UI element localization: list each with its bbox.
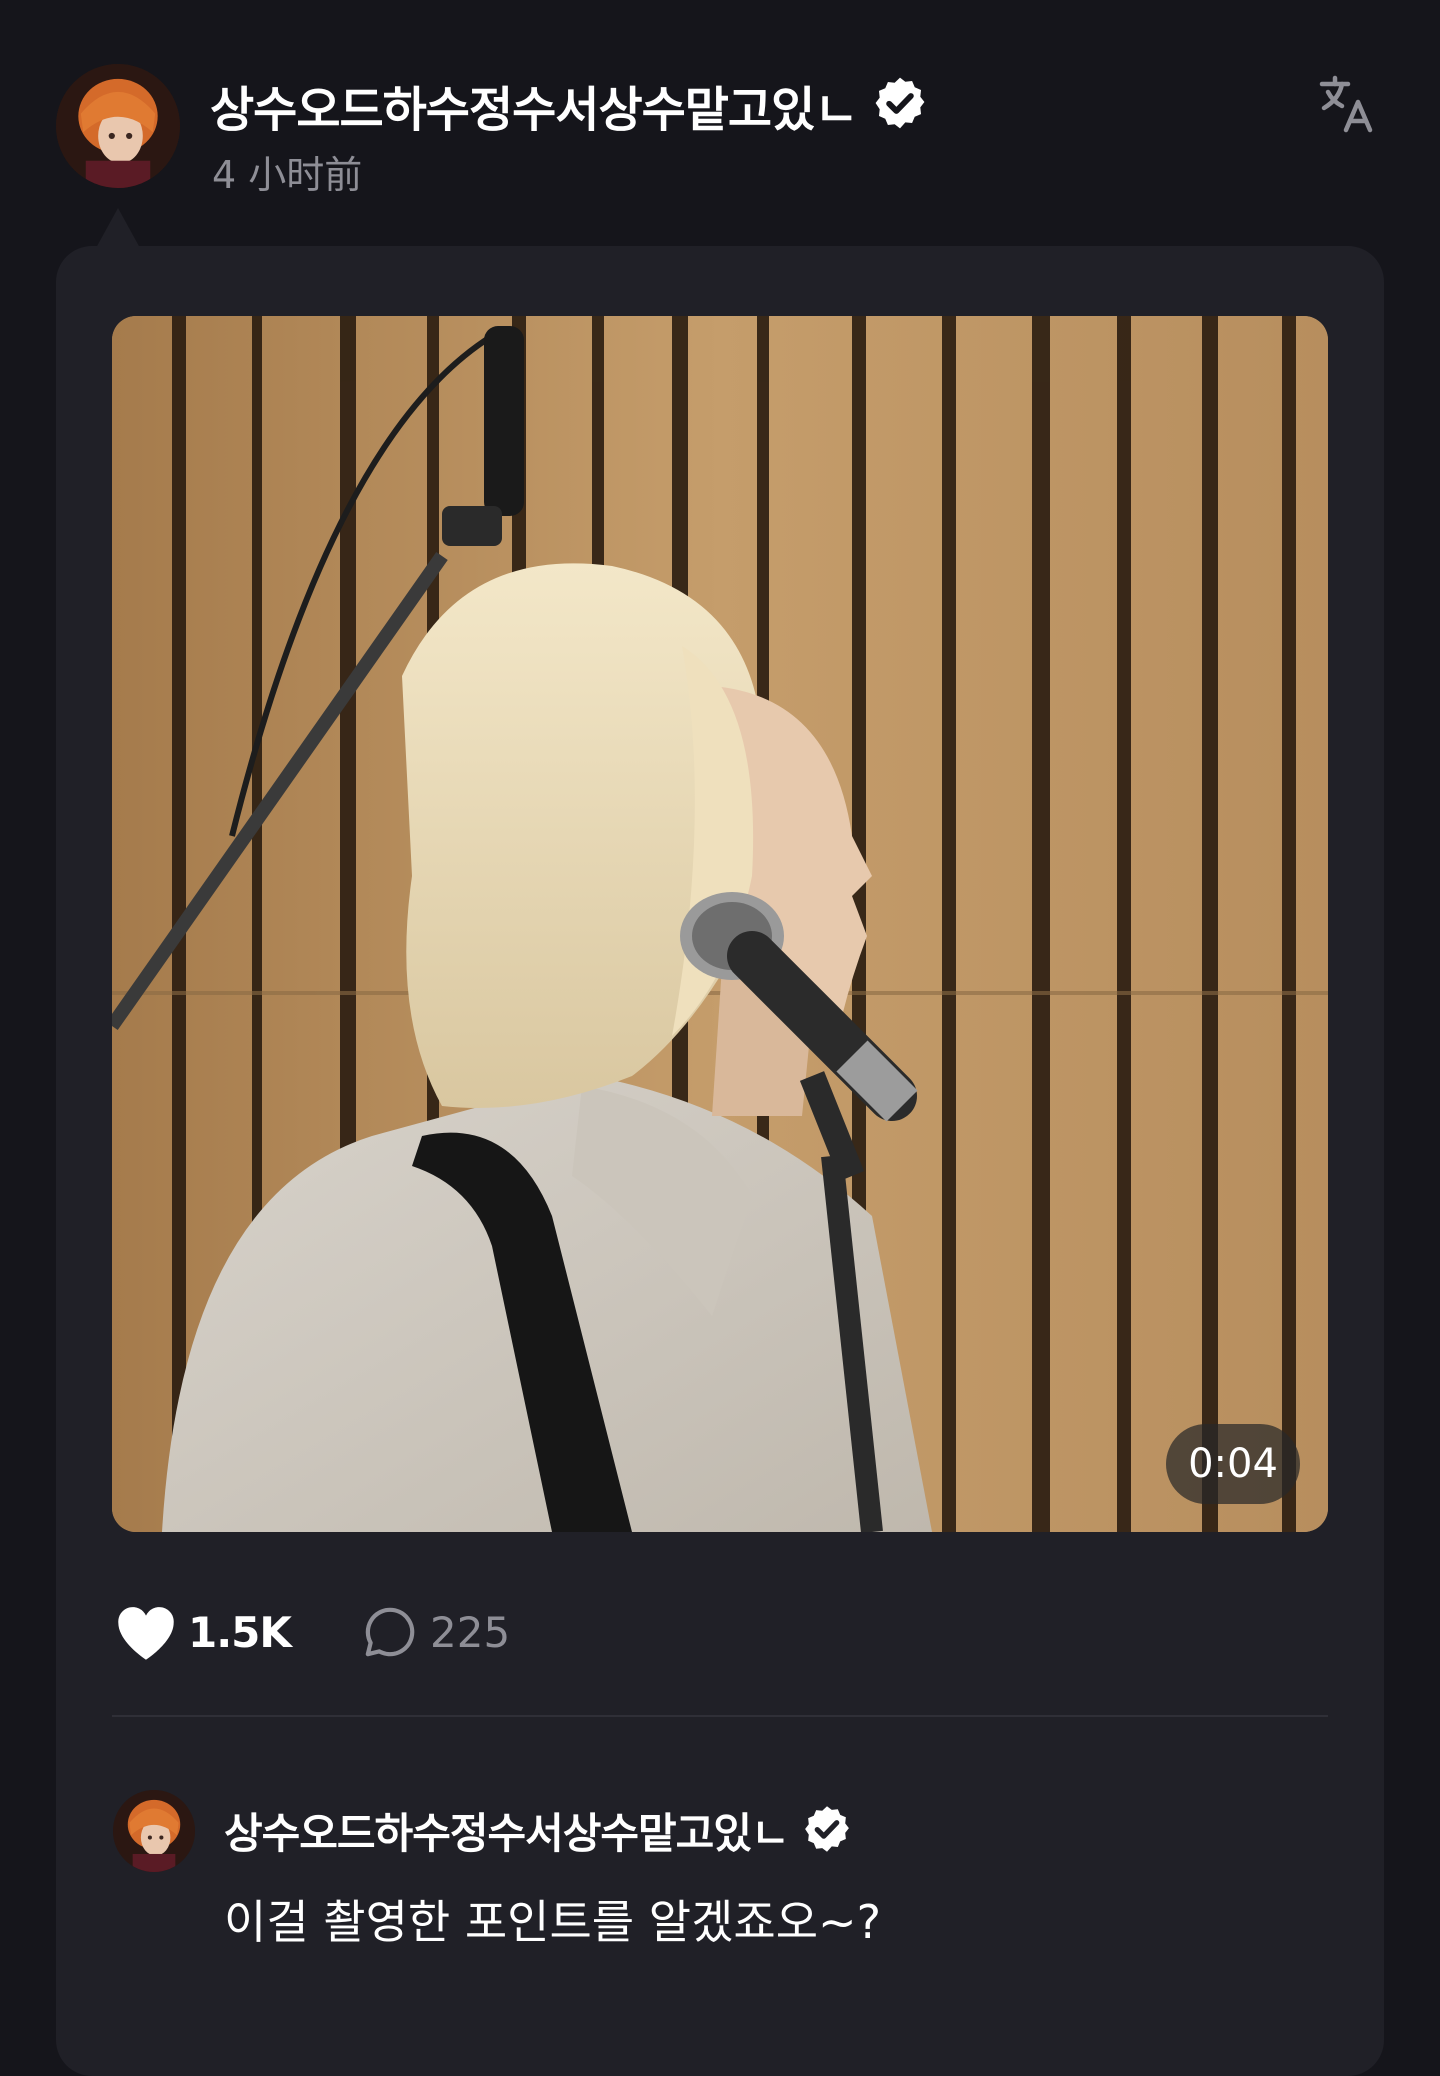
comment-text: 이걸 촬영한 포인트를 알겠죠오~? bbox=[224, 1895, 881, 1949]
verified-badge-icon bbox=[871, 74, 929, 144]
video-duration: 0:04 bbox=[1166, 1424, 1300, 1504]
card-pointer bbox=[96, 208, 140, 248]
heart-icon bbox=[118, 1607, 174, 1660]
verified-badge-icon bbox=[801, 1803, 853, 1865]
comment-author-name[interactable]: 상수오드하수정수서상수맡고있ㄴ bbox=[224, 1800, 853, 1865]
author-avatar[interactable] bbox=[56, 64, 180, 188]
like-count: 1.5K bbox=[188, 1607, 292, 1657]
post-actions: 1.5K 225 bbox=[112, 1600, 912, 1664]
comment-bubble-icon bbox=[365, 1607, 415, 1657]
translate-icon bbox=[1319, 75, 1373, 133]
author-name-text: 상수오드하수정수서상수맡고있ㄴ bbox=[210, 82, 858, 138]
comment-button[interactable]: 225 bbox=[362, 1600, 510, 1664]
video-player[interactable]: 0:04 bbox=[112, 316, 1328, 1532]
comment-count: 225 bbox=[430, 1607, 511, 1657]
divider bbox=[112, 1715, 1328, 1717]
avatar-image bbox=[113, 1790, 195, 1872]
post-header: 상수오드하수정수서상수맡고있ㄴ 4 小时前 bbox=[0, 0, 1440, 230]
comment-author-name-text: 상수오드하수정수서상수맡고있ㄴ bbox=[224, 1809, 790, 1858]
author-name[interactable]: 상수오드하수정수서상수맡고있ㄴ bbox=[210, 70, 929, 144]
post-timestamp: 4 小时前 bbox=[212, 153, 363, 197]
translate-button[interactable] bbox=[1312, 68, 1384, 140]
avatar-image bbox=[56, 64, 180, 188]
video-thumbnail bbox=[112, 316, 1328, 1532]
like-button[interactable]: 1.5K bbox=[114, 1600, 292, 1664]
comment-author-avatar[interactable] bbox=[113, 1790, 195, 1872]
